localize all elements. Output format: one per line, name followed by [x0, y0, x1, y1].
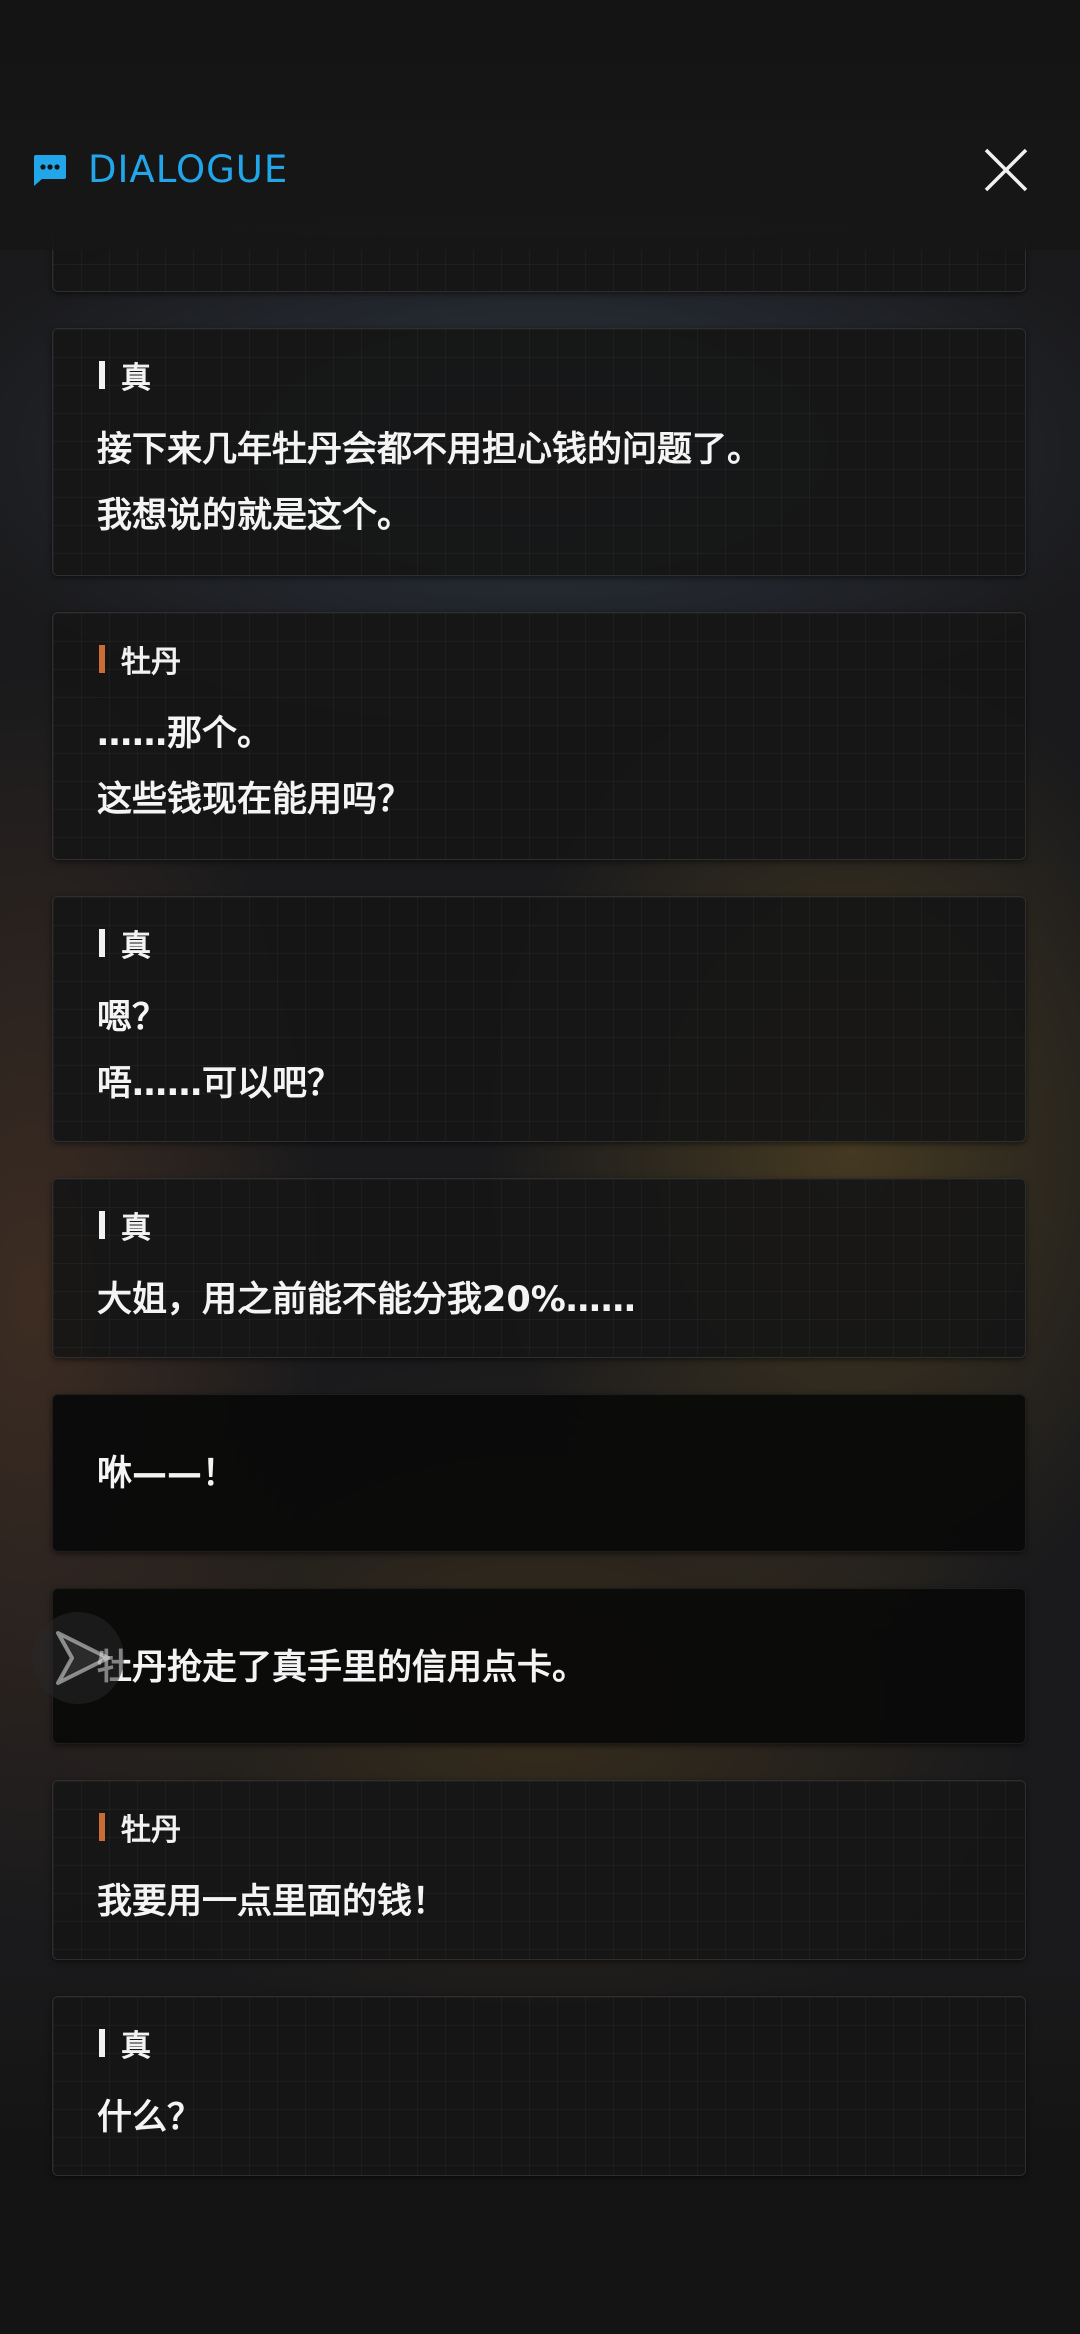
dialogue-card: 真 什么？ [52, 1996, 1026, 2176]
dialogue-line: 什么？ [97, 2098, 203, 2138]
narration-card: 咻——！ [52, 1394, 1026, 1552]
speaker-label: 真 [99, 921, 151, 965]
dialogue-text: 我要用一点里面的钱！ [97, 1869, 447, 1935]
close-button[interactable] [980, 144, 1032, 196]
dialogue-card: 真 嗯？ 唔……可以吧？ [52, 896, 1026, 1142]
dialogue-line: 接下来几年牡丹会都不用担心钱的问题了。 [97, 430, 763, 470]
dialogue-text: 接下来几年牡丹会都不用担心钱的问题了。 我想说的就是这个。 [97, 417, 762, 549]
speaker-name: 牡丹 [121, 645, 181, 680]
dialogue-line: 大姐，用之前能不能分我20%…… [97, 1280, 636, 1320]
dialogue-line: 嗯？ [97, 998, 168, 1038]
speaker-label: 真 [99, 1203, 151, 1247]
speaker-marker [99, 361, 105, 389]
narration-line: 咻——！ [97, 1454, 238, 1494]
speaker-name: 真 [121, 2029, 151, 2064]
speaker-label: 牡丹 [99, 1805, 181, 1849]
dialogue-card: 牡丹 ……那个。 这些钱现在能用吗？ [52, 612, 1026, 860]
dialogue-text: 嗯？ 唔……可以吧？ [97, 985, 342, 1117]
dialogue-line: 这些钱现在能用吗？ [97, 780, 413, 820]
play-arrow-icon [32, 1612, 124, 1704]
speaker-name: 真 [121, 929, 151, 964]
narration-card: 牡丹抢走了真手里的信用点卡。 [52, 1588, 1026, 1744]
dialogue-text: ……那个。 这些钱现在能用吗？ [97, 701, 412, 833]
narration-text: 牡丹抢走了真手里的信用点卡。 [97, 1635, 587, 1701]
dialogue-text: 什么？ [97, 2085, 202, 2151]
close-icon [984, 148, 1028, 192]
dialogue-line: 我想说的就是这个。 [97, 496, 413, 536]
speaker-marker [99, 1813, 105, 1841]
speaker-name: 真 [121, 1211, 151, 1246]
speaker-name: 牡丹 [121, 1813, 181, 1848]
speaker-marker [99, 2029, 105, 2057]
dialogue-card: 真 接下来几年牡丹会都不用担心钱的问题了。 我想说的就是这个。 [52, 328, 1026, 576]
dialogue-line: 我要用一点里面的钱！ [97, 1882, 448, 1922]
dialogue-text: 大姐，用之前能不能分我20%…… [97, 1267, 636, 1333]
header-title-group: DIALOGUE [30, 148, 288, 191]
speaker-marker [99, 645, 105, 673]
speaker-label: 真 [99, 353, 151, 397]
dialogue-header: DIALOGUE [0, 0, 1080, 250]
chat-bubble-icon [34, 154, 66, 186]
dialogue-line: 唔……可以吧？ [97, 1064, 343, 1104]
speaker-marker [99, 929, 105, 957]
dialogue-card: 牡丹 我要用一点里面的钱！ [52, 1780, 1026, 1960]
speaker-label: 真 [99, 2021, 151, 2065]
speaker-marker [99, 1211, 105, 1239]
page-title: DIALOGUE [88, 148, 289, 191]
speaker-name: 真 [121, 361, 151, 396]
speaker-label: 牡丹 [99, 637, 181, 681]
dialogue-card: 真 大姐，用之前能不能分我20%…… [52, 1178, 1026, 1358]
auto-play-button[interactable] [28, 1608, 128, 1708]
dialogue-line: ……那个。 [97, 714, 273, 754]
narration-text: 咻——！ [97, 1441, 237, 1507]
narration-line: 牡丹抢走了真手里的信用点卡。 [97, 1648, 588, 1688]
